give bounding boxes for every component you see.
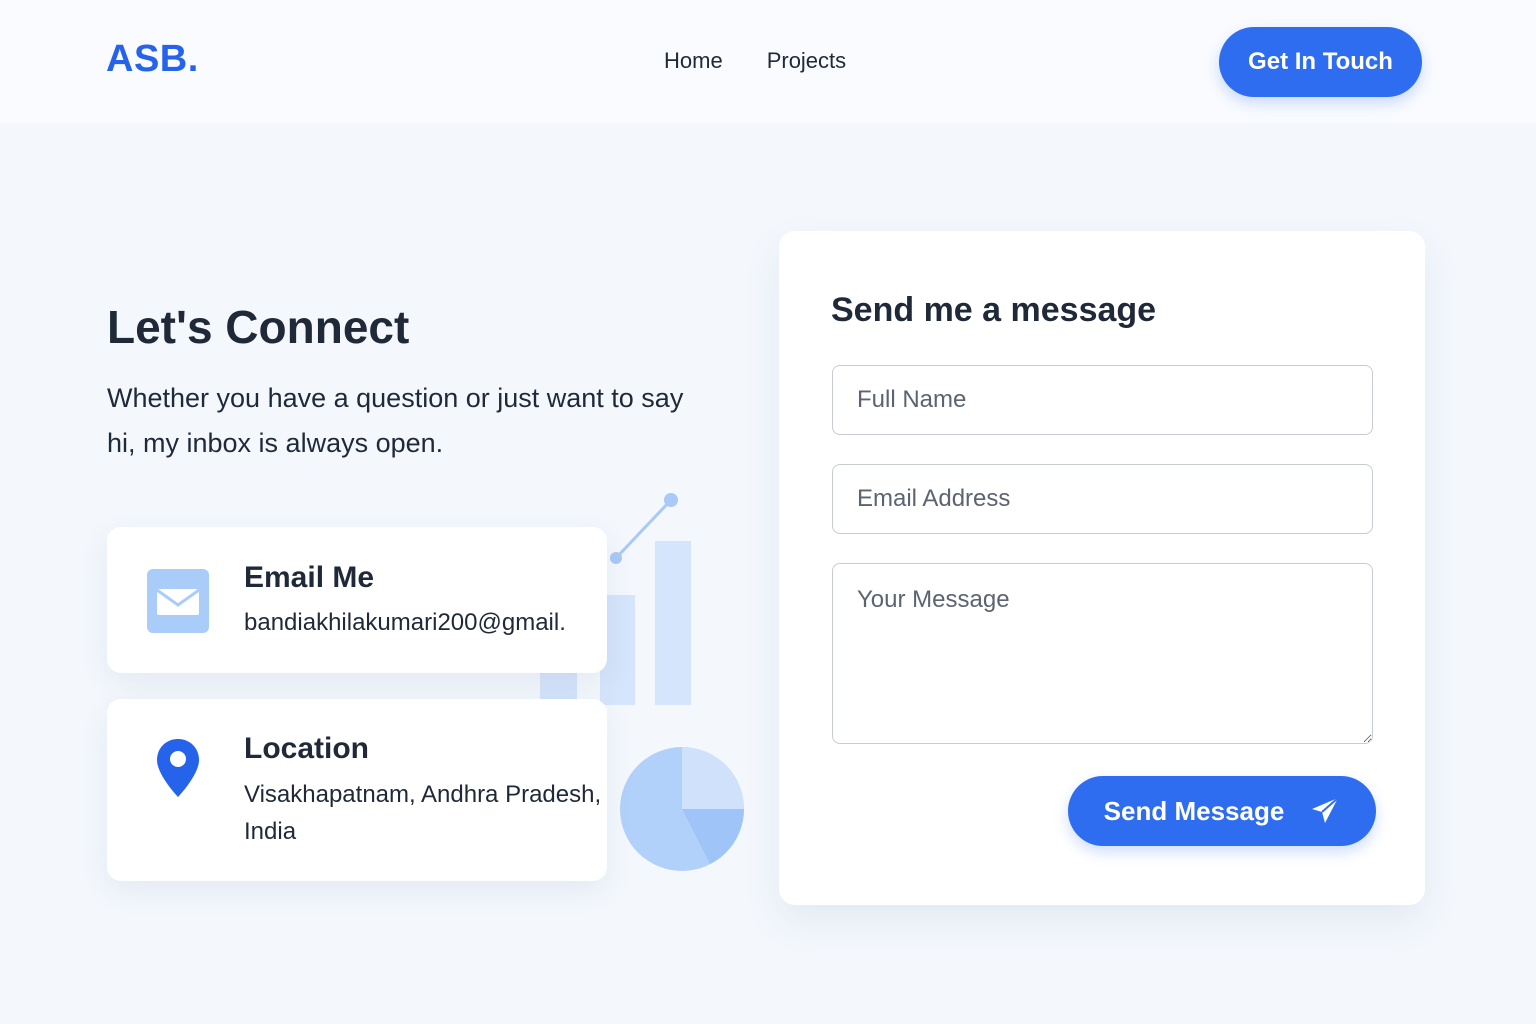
email-card-title: Email Me [244,561,375,594]
nav-link-projects[interactable]: Projects [767,48,846,74]
main-nav: Home Projects [664,48,846,74]
contact-form-panel: Send me a message Send Message [779,231,1425,905]
site-header: ASB. Home Projects Get In Touch [0,0,1536,123]
page-title: Let's Connect [107,301,410,353]
location-card-title: Location [244,732,369,765]
send-message-label: Send Message [1103,795,1285,826]
send-message-button[interactable]: Send Message [1068,776,1376,846]
email-card: Email Me bandiakhilakumari200@gmail. [107,527,607,673]
mail-icon [147,569,209,633]
form-title: Send me a message [831,291,1157,329]
location-card: Location Visakhapatnam, Andhra Pradesh, … [107,699,607,881]
location-value: Visakhapatnam, Andhra Pradesh, India [244,781,602,845]
get-in-touch-button[interactable]: Get In Touch [1219,27,1422,97]
email-address[interactable]: bandiakhilakumari200@gmail. [244,604,604,641]
logo[interactable]: ASB. [106,38,199,81]
page-subtitle: Whether you have a question or just want… [107,383,684,458]
paper-plane-icon [1312,797,1339,823]
location-pin-icon [157,739,199,797]
email-address-input[interactable] [832,464,1373,534]
full-name-input[interactable] [832,365,1373,435]
message-textarea[interactable] [832,563,1373,744]
nav-link-home[interactable]: Home [664,48,723,74]
